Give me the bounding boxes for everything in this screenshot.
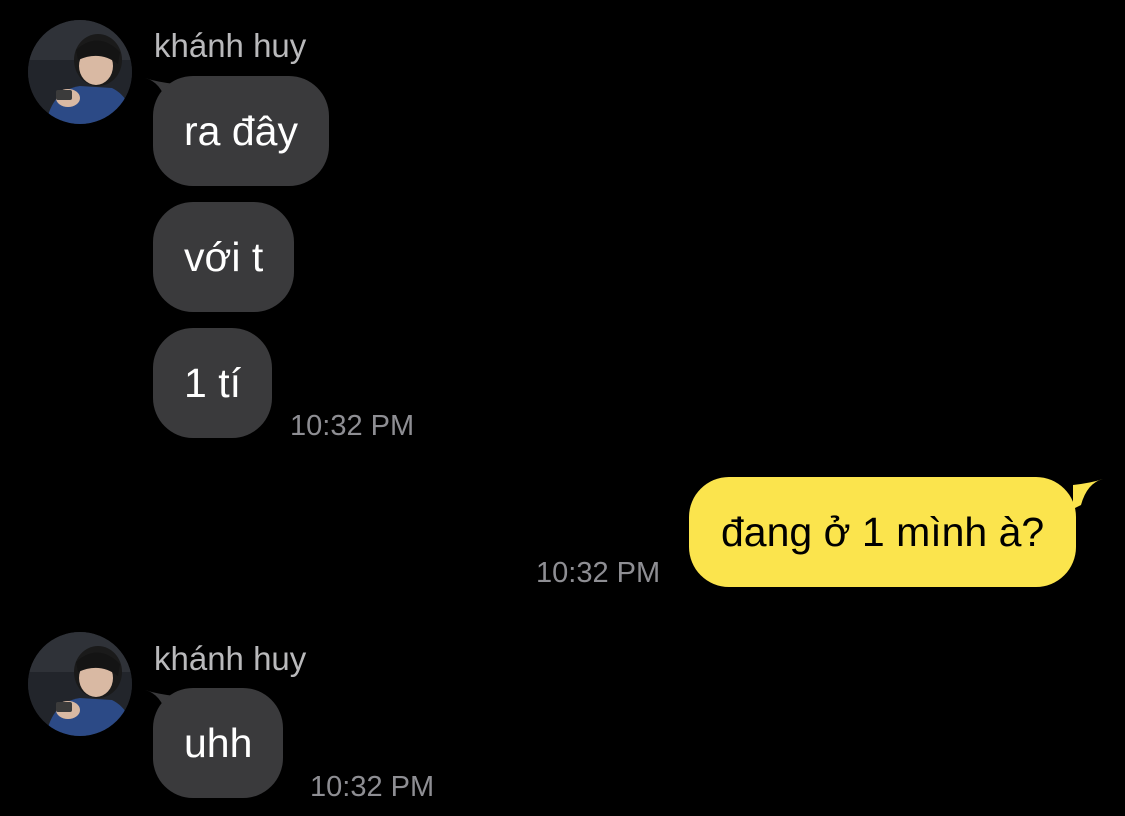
message-bubble[interactable]: uhh (153, 688, 284, 798)
timestamp: 10:32 PM (536, 557, 661, 589)
avatar[interactable] (28, 20, 132, 124)
message-bubble[interactable]: ra đây (153, 76, 329, 186)
message-bubble[interactable]: 1 tí (153, 328, 272, 438)
avatar[interactable] (28, 632, 132, 736)
bubble-tail-icon (1073, 479, 1103, 509)
chat-thread: khánh huy ra đây với t 1 tí 10:32 PM 10:… (0, 0, 1125, 816)
message-bubble-outgoing[interactable]: đang ở 1 mình à? (689, 477, 1077, 587)
sender-name: khánh huy (154, 640, 307, 677)
user-photo-icon (28, 632, 132, 736)
timestamp: 10:32 PM (290, 410, 415, 442)
user-photo-icon (28, 20, 132, 124)
message-bubble[interactable]: với t (153, 202, 295, 312)
sender-name: khánh huy (154, 27, 307, 64)
timestamp: 10:32 PM (310, 771, 435, 803)
